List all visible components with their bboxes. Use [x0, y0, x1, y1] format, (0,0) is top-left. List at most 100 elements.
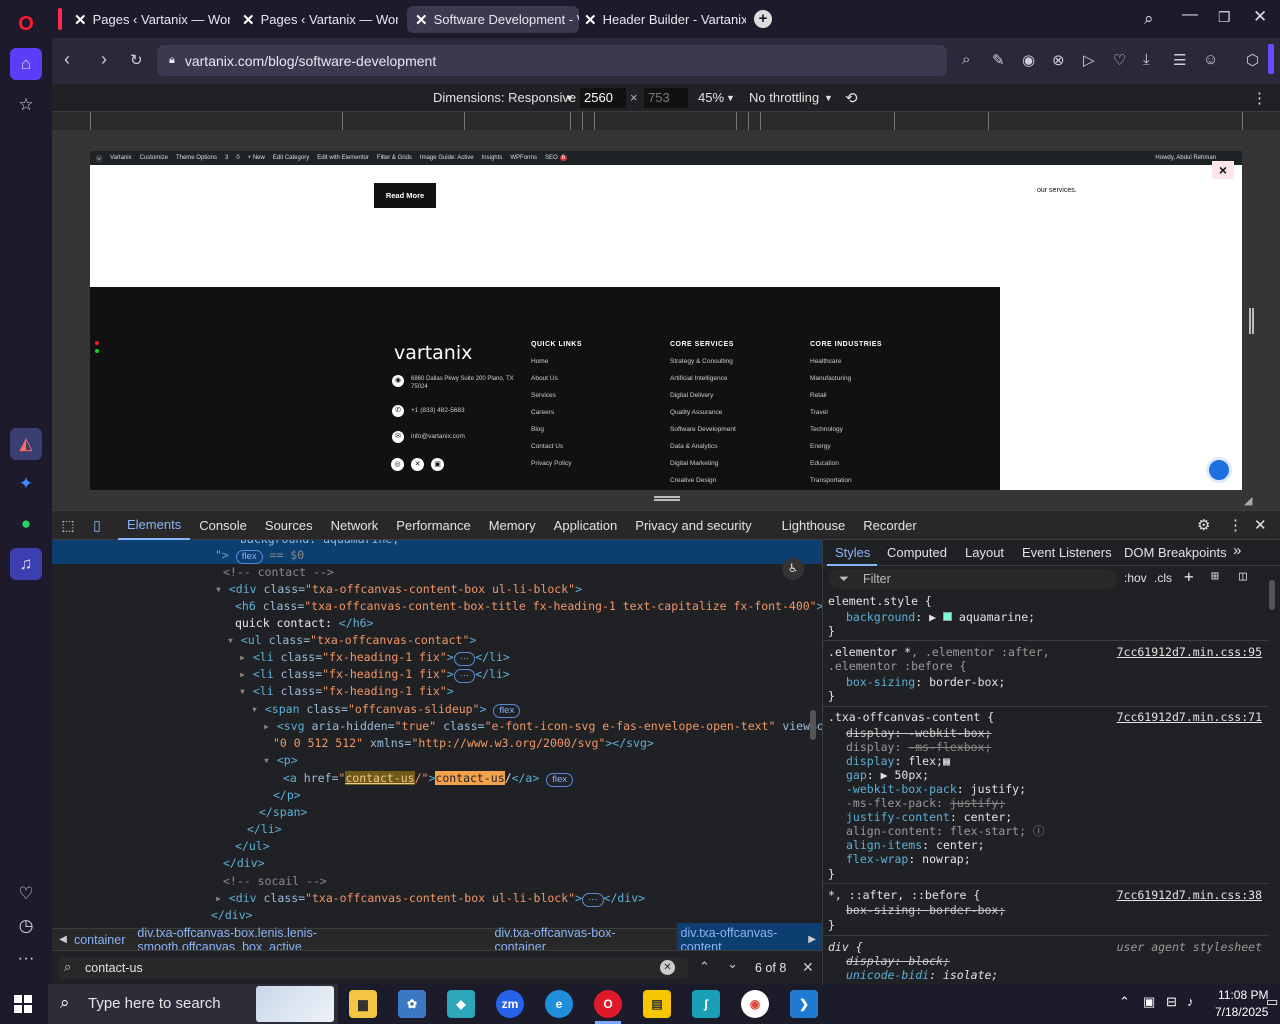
footer-link[interactable]: Quality Assurance — [670, 409, 722, 416]
read-more-button[interactable]: Read More — [374, 183, 436, 208]
sidebar-toggle[interactable] — [1268, 44, 1274, 74]
opera-icon[interactable]: O — [594, 990, 622, 1018]
url-field[interactable]: 🔒︎ vartanix.com/blog/software-development — [157, 45, 947, 76]
footer-link[interactable]: Manufacturing — [810, 375, 851, 382]
wpbar-wpforms[interactable]: WPForms — [510, 155, 537, 161]
collapsed-triangle-icon[interactable]: ▸ — [215, 891, 222, 905]
footer-link[interactable]: Education — [810, 460, 839, 467]
resize-handle-bottom[interactable] — [654, 496, 680, 501]
styles-filter-input[interactable]: ⏷ Filter — [829, 569, 1117, 589]
code-line[interactable]: ▸ <li class="fx-heading-1 fix"> ··· </li> — [239, 666, 510, 683]
css-declaration[interactable]: align-items: center; — [846, 838, 985, 852]
rule-selector[interactable]: .txa-offcanvas-content { — [828, 710, 994, 724]
tab-memory[interactable]: Memory — [480, 510, 545, 540]
tab-performance[interactable]: Performance — [387, 510, 479, 540]
scrollbar-thumb[interactable] — [810, 710, 816, 740]
expand-triangle-icon[interactable]: ▾ — [251, 702, 258, 716]
kebab-menu-icon[interactable]: ⋮ — [1228, 516, 1243, 534]
wpbar-updates[interactable]: 3 — [225, 155, 228, 161]
wpbar-site[interactable]: Vartanix — [110, 155, 132, 161]
speed-dial-icon[interactable]: ☆ — [10, 89, 42, 121]
subtab-computed[interactable]: Computed — [887, 545, 947, 560]
css-declaration[interactable]: -webkit-box-pack: justify; — [846, 782, 1026, 796]
footer-link[interactable]: Creative Design — [670, 477, 716, 484]
next-match-icon[interactable]: ⌄ — [727, 956, 738, 972]
footer-link[interactable]: Data & Analytics — [670, 443, 717, 450]
width-input[interactable]: 2560 — [580, 88, 626, 108]
expand-triangle-icon[interactable]: ▾ — [239, 684, 246, 698]
more-icon[interactable]: ··· — [10, 942, 42, 974]
new-tab-button[interactable]: + — [754, 10, 772, 28]
resize-handle-right[interactable] — [1249, 308, 1254, 334]
flex-badge[interactable]: flex — [493, 704, 521, 718]
code-line[interactable]: <h6 class="txa-offcanvas-content-box-tit… — [235, 598, 822, 615]
aria-icon[interactable]: ◭ — [10, 428, 42, 460]
code-line[interactable]: "0 0 512 512" xmlns="http://www.w3.org/2… — [273, 735, 654, 752]
rule-selector[interactable]: .elementor *, .elementor :after, — [828, 645, 1050, 659]
collapsed-triangle-icon[interactable]: ▸ — [239, 650, 246, 664]
network-icon[interactable]: ⊟ — [1166, 994, 1177, 1010]
stylesheet-link[interactable]: 7cc61912d7.min.css:95 — [1117, 645, 1262, 659]
opera-logo-icon[interactable]: O — [10, 8, 42, 40]
rule-selector[interactable]: *, ::after, ::before { — [828, 888, 980, 902]
extensions-icon[interactable]: ⬡ — [1246, 51, 1259, 69]
device-toggle-icon[interactable]: ▯ — [84, 517, 110, 534]
footer-link[interactable]: Technology — [810, 426, 843, 433]
wpbar-insights[interactable]: Insights — [482, 155, 503, 161]
minimize-icon[interactable]: — — [1182, 6, 1198, 24]
tray-app-icon[interactable]: ▣ — [1143, 994, 1155, 1010]
chat-bubble-icon[interactable] — [1206, 457, 1232, 483]
notification-icon[interactable]: ▭ — [1266, 994, 1278, 1010]
footer-email[interactable]: info@vartanix.com — [411, 433, 465, 440]
settings-gear-icon[interactable]: ⚙ — [1197, 516, 1210, 534]
instagram-icon[interactable]: ◎ — [391, 458, 404, 471]
zoom-dropdown[interactable]: 45% — [698, 90, 724, 105]
forward-icon[interactable]: › — [101, 49, 107, 70]
ellipsis-badge[interactable]: ··· — [582, 893, 604, 907]
vscode-icon[interactable]: ❯ — [790, 990, 818, 1018]
ellipsis-badge[interactable]: ··· — [453, 669, 476, 683]
back-icon[interactable]: ‹ — [64, 49, 70, 70]
home-icon[interactable]: ⌂ — [10, 48, 42, 80]
download-icon[interactable]: ⤓ — [1143, 51, 1150, 68]
css-declaration[interactable]: -ms-flex-pack: justify; — [846, 796, 1005, 810]
x-twitter-icon[interactable]: ✕ — [411, 458, 424, 471]
heart-icon[interactable]: ♡ — [10, 878, 42, 910]
previous-match-icon[interactable]: ⌃ — [699, 959, 710, 975]
css-declaration[interactable]: box-sizing: border-box; — [846, 903, 1005, 917]
edit-icon[interactable]: ✎ — [992, 51, 1005, 69]
expand-triangle-icon[interactable]: ▾ — [263, 753, 270, 767]
profile-icon[interactable]: ☺ — [1203, 51, 1218, 68]
more-options-icon[interactable]: ⋮ — [1252, 89, 1267, 107]
close-devtools-icon[interactable]: ✕ — [1254, 516, 1267, 534]
css-declaration[interactable]: display: -ms-flexbox; — [846, 740, 991, 754]
code-line[interactable]: "> flex == $0 — [215, 547, 304, 564]
history-icon[interactable]: ◷ — [10, 910, 42, 942]
app-icon[interactable]: ✿ — [398, 990, 426, 1018]
sidebar-toggle-icon[interactable]: ◫ — [1239, 569, 1247, 584]
footer-link[interactable]: Transportation — [810, 477, 852, 484]
ellipsis-badge[interactable]: ··· — [453, 652, 476, 666]
app-icon[interactable]: ∫ — [692, 990, 720, 1018]
css-declaration[interactable]: box-sizing: border-box; — [846, 675, 1005, 689]
accessibility-icon[interactable]: ♿︎ — [782, 558, 804, 580]
wpbar-image-guide[interactable]: Image Guide: Active — [420, 155, 474, 161]
music-player-icon[interactable]: ♫ — [10, 548, 42, 580]
wpbar-seo[interactable]: SEO — [545, 155, 558, 161]
tab-privacy-security[interactable]: Privacy and security — [626, 510, 760, 540]
flex-badge[interactable]: flex — [235, 550, 263, 564]
footer-link[interactable]: Privacy Policy — [531, 460, 571, 467]
tab-recorder[interactable]: Recorder — [854, 510, 925, 540]
new-rule-icon[interactable]: + — [1184, 567, 1194, 586]
footer-link[interactable]: Careers — [531, 409, 554, 416]
code-line[interactable]: <a href="contact-us/">contact-us/</a> fl… — [283, 770, 574, 787]
search-input[interactable]: ⌕ contact-us ✕ — [58, 957, 688, 979]
css-declaration[interactable]: gap: ▶ 50px; — [846, 768, 929, 782]
footer-phone[interactable]: +1 (833) 482-5683 — [411, 407, 465, 414]
close-search-icon[interactable]: ✕ — [802, 959, 814, 976]
css-declaration[interactable]: align-content: flex-start; ⓘ — [846, 824, 1044, 838]
scroll-left-icon[interactable]: ◀ — [52, 934, 74, 945]
code-line[interactable]: ▸ <li class="fx-heading-1 fix"> ··· </li> — [239, 649, 510, 666]
adblock-icon[interactable]: ⊗ — [1052, 51, 1065, 69]
clock-time[interactable]: 11:08 PM — [1218, 988, 1268, 1002]
